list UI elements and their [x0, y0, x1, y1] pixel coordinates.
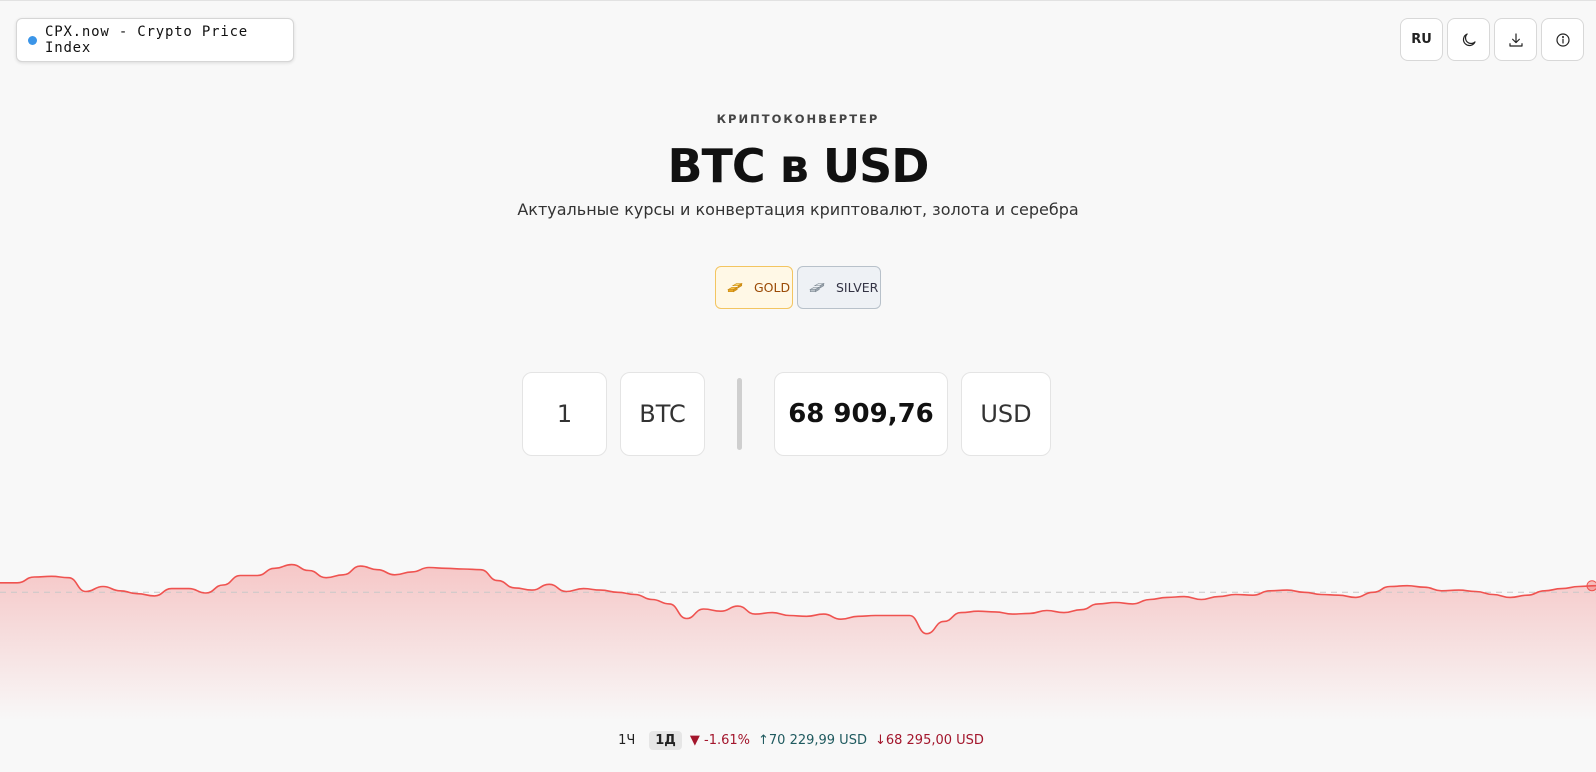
info-button[interactable] [1541, 18, 1584, 61]
silver-chip[interactable]: SILVER [797, 266, 881, 309]
gold-chip[interactable]: GOLD [715, 266, 793, 309]
moon-icon [1462, 32, 1476, 46]
from-currency-label: BTC [639, 400, 686, 428]
amount-input[interactable]: 1 [522, 372, 607, 456]
language-label: RU [1411, 32, 1432, 47]
download-button[interactable] [1494, 18, 1537, 61]
top-actions: RU [1400, 18, 1584, 61]
brand-name: CPX.now - Crypto Price Index [45, 24, 249, 56]
price-area [0, 564, 1596, 721]
converter-divider [737, 378, 742, 450]
info-icon [1555, 32, 1570, 47]
metal-chips: GOLD SILVER [0, 266, 1596, 309]
to-currency-select[interactable]: USD [961, 372, 1051, 456]
download-icon [1508, 32, 1523, 47]
eyebrow-label: КРИПТОКОНВЕРТЕР [716, 112, 880, 126]
amount-value: 1 [556, 400, 573, 428]
result-value-box[interactable]: 68 909,76 [774, 372, 948, 456]
from-currency-select[interactable]: BTC [620, 372, 705, 456]
price-chart [0, 563, 1596, 721]
gold-bars-icon [727, 282, 743, 292]
timeframe-1h-tab[interactable]: 1Ч [612, 731, 641, 750]
language-button[interactable]: RU [1400, 18, 1443, 61]
brand-badge[interactable]: CPX.now - Crypto Price Index [16, 18, 294, 62]
result-value: 68 909,76 [788, 399, 934, 429]
theme-toggle-button[interactable] [1447, 18, 1490, 61]
timeframe-1d-tab[interactable]: 1Д [649, 731, 682, 750]
last-price-point[interactable] [1586, 580, 1596, 592]
page-title: BTC в USD [667, 139, 929, 193]
converter: 1 BTC 68 909,76 USD [522, 372, 1051, 456]
to-currency-label: USD [980, 400, 1032, 428]
page-subtitle: Актуальные курсы и конвертация криптовал… [517, 200, 1079, 219]
price-high: ↑70 229,99 USD [758, 733, 867, 748]
silver-bars-icon [809, 282, 825, 292]
price-change: ▼ -1.61% [689, 733, 750, 748]
gold-chip-label: GOLD [754, 280, 791, 295]
hero: КРИПТОКОНВЕРТЕР BTC в USD Актуальные кур… [0, 112, 1596, 219]
status-dot-icon [28, 35, 37, 45]
silver-chip-label: SILVER [836, 280, 879, 295]
price-stats: 1Ч 1Д ▼ -1.61% ↑70 229,99 USD ↓68 295,00… [0, 731, 1596, 750]
price-low: ↓68 295,00 USD [874, 733, 984, 748]
